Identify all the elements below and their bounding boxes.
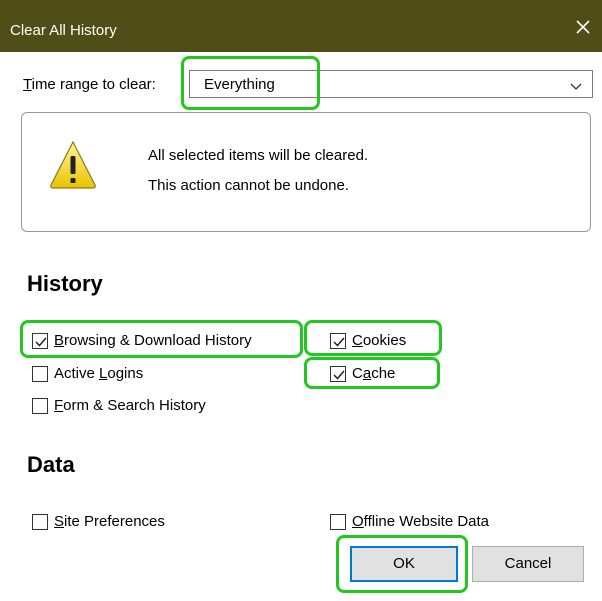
checkbox-label: Cache	[352, 365, 396, 382]
checkbox-label: Offline Website Data	[352, 513, 490, 530]
time-range-label: Time range to clear:	[23, 76, 156, 93]
checkbox-box[interactable]	[32, 513, 48, 530]
warning-icon	[48, 139, 98, 195]
checkbox-site-preferences[interactable]: Site Preferences	[32, 513, 165, 530]
dialog-titlebar: Clear All History	[0, 0, 602, 52]
history-heading: History	[27, 271, 103, 296]
close-icon[interactable]	[572, 16, 594, 38]
chevron-down-icon	[570, 79, 582, 96]
time-range-value: Everything	[204, 76, 275, 93]
checkbox-box[interactable]	[32, 365, 48, 382]
checkbox-cookies[interactable]: Cookies	[330, 332, 406, 349]
checkbox-box[interactable]	[330, 332, 346, 349]
checkbox-box[interactable]	[330, 365, 346, 382]
checkbox-label: Browsing & Download History	[54, 332, 252, 349]
dialog-title: Clear All History	[10, 22, 117, 39]
data-heading: Data	[27, 452, 75, 477]
ok-button[interactable]: OK	[350, 546, 458, 582]
time-range-dropdown[interactable]: Everything	[189, 70, 593, 98]
warning-panel: All selected items will be cleared. This…	[21, 112, 591, 232]
checkbox-label: Active Logins	[54, 365, 144, 382]
checkbox-form-search-history[interactable]: Form & Search History	[32, 397, 206, 414]
checkbox-active-logins[interactable]: Active Logins	[32, 365, 143, 382]
warning-text-line1: All selected items will be cleared.	[148, 147, 369, 164]
checkbox-box[interactable]	[32, 397, 48, 414]
checkbox-offline-website-data[interactable]: Offline Website Data	[330, 513, 489, 530]
warning-text-line2: This action cannot be undone.	[148, 177, 349, 194]
checkbox-browsing-download-history[interactable]: Browsing & Download History	[32, 332, 252, 349]
checkbox-cache[interactable]: Cache	[330, 365, 395, 382]
checkbox-label: Form & Search History	[54, 397, 206, 414]
checkbox-box[interactable]	[330, 513, 346, 530]
checkbox-label: Cookies	[352, 332, 407, 349]
checkbox-label: Site Preferences	[54, 513, 165, 530]
checkbox-box[interactable]	[32, 332, 48, 349]
cancel-button[interactable]: Cancel	[472, 546, 584, 582]
